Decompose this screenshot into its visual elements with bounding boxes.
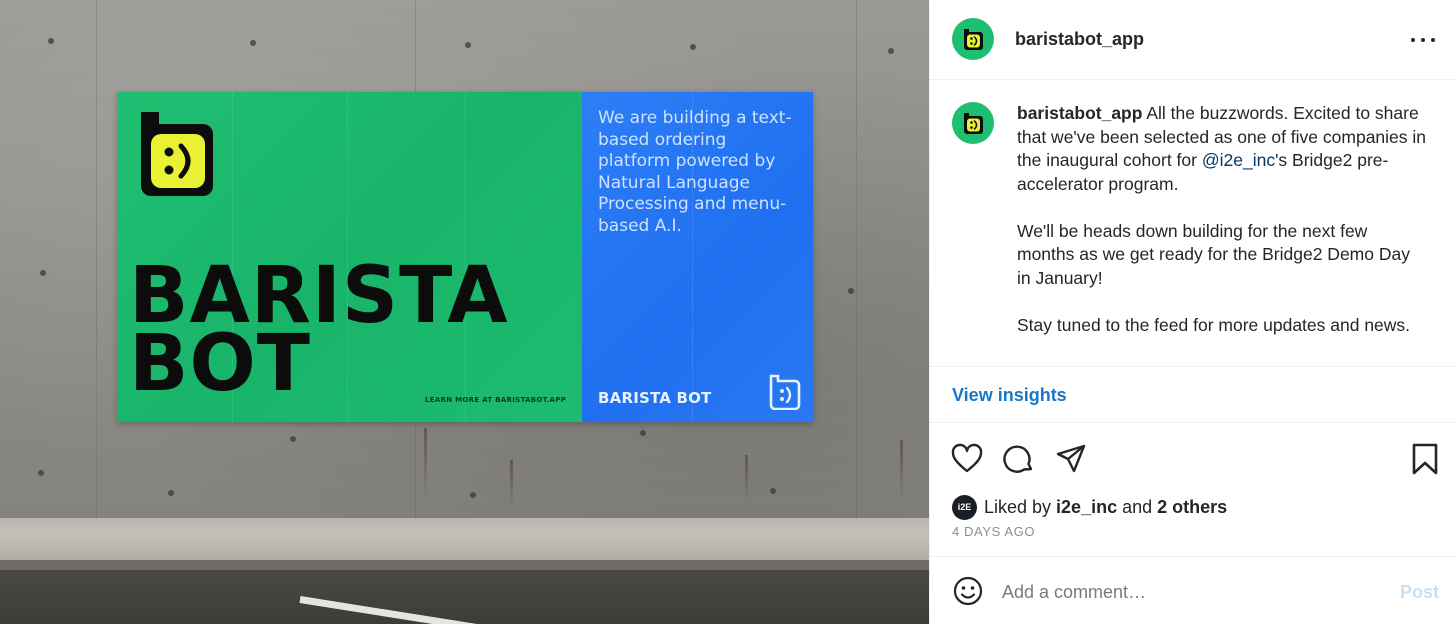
share-icon[interactable] (1054, 442, 1088, 476)
comment-input[interactable] (1002, 577, 1362, 607)
caption-text: baristabot_app All the buzzwords. Excite… (1017, 102, 1427, 361)
caption-paragraph: Stay tuned to the feed for more updates … (1017, 314, 1411, 335)
billboard-poster: BARISTA BOT LEARN MORE AT BARISTABOT.APP… (117, 92, 813, 422)
more-options-icon[interactable] (1408, 26, 1438, 54)
liker-username[interactable]: i2e_inc (1056, 497, 1117, 517)
likes-summary: i2E Liked by i2e_inc and 2 others (952, 494, 1227, 520)
poster-headline: BARISTA BOT (129, 251, 509, 409)
poster-learn-more: LEARN MORE AT BARISTABOT.APP (425, 396, 567, 404)
post-image[interactable]: BARISTA BOT LEARN MORE AT BARISTABOT.APP… (0, 0, 929, 624)
insights-row: View insights (930, 366, 1456, 423)
poster-brand: BARISTA BOT (598, 389, 712, 407)
poster-tagline: We are building a text-based ordering pl… (598, 108, 792, 236)
post-button[interactable]: Post (1400, 582, 1439, 603)
caption: baristabot_app All the buzzwords. Excite… (930, 80, 1456, 365)
poster-green-panel: BARISTA BOT LEARN MORE AT BARISTABOT.APP (117, 92, 582, 422)
caption-avatar[interactable] (952, 102, 994, 144)
likes-others-link[interactable]: 2 others (1157, 497, 1227, 517)
baristabot-small-logo-icon (769, 374, 801, 410)
action-bar (930, 436, 1456, 480)
heart-icon[interactable] (950, 442, 984, 476)
baristabot-logo-icon (141, 112, 213, 196)
caption-username[interactable]: baristabot_app (1017, 103, 1142, 123)
mention-link[interactable]: @i2e_inc (1202, 150, 1275, 170)
comment-icon[interactable] (1002, 442, 1036, 476)
baristabot-logo-icon (964, 29, 983, 50)
bookmark-icon[interactable] (1408, 442, 1442, 476)
comment-bar: Post (930, 556, 1456, 624)
post-details-panel: baristabot_app baristabot_app All the bu… (929, 0, 1456, 624)
liker-avatar[interactable]: i2E (952, 494, 977, 520)
post-timestamp: 4 DAYS AGO (952, 524, 1036, 539)
emoji-icon[interactable] (952, 575, 984, 607)
caption-paragraph: We'll be heads down building for the nex… (1017, 220, 1410, 288)
baristabot-logo-icon (964, 113, 983, 134)
post-header: baristabot_app (930, 0, 1456, 80)
header-username[interactable]: baristabot_app (1015, 29, 1144, 50)
view-insights-link[interactable]: View insights (952, 385, 1067, 406)
parking-lot (0, 570, 929, 624)
avatar[interactable] (952, 18, 994, 60)
